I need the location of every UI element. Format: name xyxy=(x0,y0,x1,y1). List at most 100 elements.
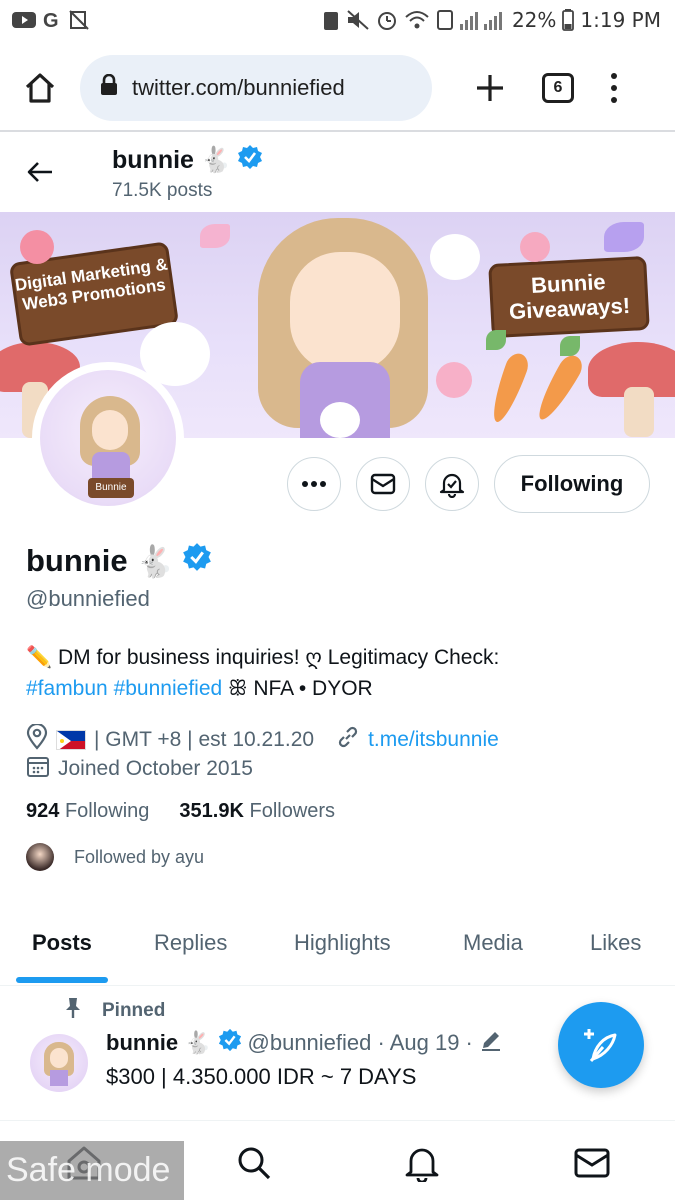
back-arrow-icon[interactable] xyxy=(22,154,58,190)
header-title: bunnie 🐇 xyxy=(112,144,263,177)
svg-text:G: G xyxy=(43,10,59,30)
pin-icon xyxy=(62,996,84,1026)
butterfly-icon xyxy=(604,222,644,252)
verified-badge-icon xyxy=(237,144,263,177)
following-button[interactable]: Following xyxy=(494,455,650,513)
butterfly-icon xyxy=(200,224,230,248)
flower-icon xyxy=(20,230,54,264)
character-face xyxy=(290,252,400,372)
post-text: $300 | 4.350.000 IDR ~ 7 DAYS xyxy=(106,1064,417,1089)
rabbit-emoji: 🐇 xyxy=(199,146,232,174)
banner-sign-right: Bunnie Giveaways! xyxy=(488,255,650,339)
youtube-icon xyxy=(12,11,36,29)
status-left: G xyxy=(12,9,90,31)
tab-posts[interactable]: Posts xyxy=(32,930,92,956)
philippines-flag-icon xyxy=(56,730,86,750)
carrot-icon xyxy=(531,351,587,425)
followers-count: 351.9K xyxy=(179,800,244,822)
bell-check-icon xyxy=(439,473,465,498)
bio-line-1: ✏️ DM for business inquiries! ღ Legitima… xyxy=(26,646,500,669)
signal-icon xyxy=(459,10,506,30)
post-meta: @bunniefied · Aug 19 · xyxy=(247,1030,473,1055)
post-author-name[interactable]: bunnie xyxy=(106,1030,178,1056)
mute-icon xyxy=(346,9,370,31)
following-count-link[interactable]: 924 Following xyxy=(26,800,149,823)
display-name-text: bunnie xyxy=(26,543,128,578)
post-header: bunnie 🐇 @bunniefied · Aug 19 · xyxy=(106,1028,503,1058)
browser-toolbar: twitter.com/bunniefied 6 xyxy=(0,48,675,128)
tab-media[interactable]: Media xyxy=(463,930,523,956)
wifi-icon xyxy=(404,9,430,31)
compose-post-button[interactable] xyxy=(558,1002,644,1088)
no-image-icon xyxy=(68,9,90,31)
profile-avatar[interactable]: Bunnie xyxy=(32,362,184,514)
recycle-icon xyxy=(322,9,340,31)
nav-messages-icon[interactable] xyxy=(570,1141,614,1185)
compose-feather-icon xyxy=(584,1029,617,1062)
post-author-avatar[interactable] xyxy=(30,1034,88,1092)
safe-mode-overlay: Safe mode xyxy=(0,1141,184,1200)
home-icon[interactable] xyxy=(18,66,62,110)
battery-percent: 22% xyxy=(511,8,557,32)
tab-likes[interactable]: Likes xyxy=(590,930,641,956)
notifications-button[interactable] xyxy=(425,457,479,511)
profile-meta-location: | GMT +8 | est 10.21.20 t.me/itsbunnie xyxy=(26,722,499,756)
avatar-face xyxy=(50,1048,68,1068)
active-tab-indicator xyxy=(16,977,108,983)
link-icon xyxy=(336,725,360,755)
profile-meta-joined: Joined October 2015 xyxy=(26,754,253,784)
bunny-icon xyxy=(320,402,360,438)
nav-notifications-icon[interactable] xyxy=(400,1141,444,1185)
hashtag-link[interactable]: #fambun xyxy=(26,677,108,700)
tab-switcher-button[interactable]: 6 xyxy=(542,73,574,103)
pinned-label: Pinned xyxy=(102,1000,166,1021)
flower-icon xyxy=(436,362,472,398)
sim-icon xyxy=(436,9,454,31)
profile-bio: ✏️ DM for business inquiries! ღ Legitima… xyxy=(26,642,646,704)
followers-count-link[interactable]: 351.9K Followers xyxy=(179,800,335,823)
battery-icon xyxy=(562,9,575,31)
carrot-leaf-icon xyxy=(560,336,580,356)
url-text: twitter.com/bunniefied xyxy=(132,75,345,100)
plus-icon[interactable] xyxy=(468,66,512,110)
nav-search-icon[interactable] xyxy=(232,1141,276,1185)
tab-replies[interactable]: Replies xyxy=(154,930,227,956)
verified-badge-icon xyxy=(182,542,212,580)
rabbit-emoji: 🐇 xyxy=(184,1030,212,1055)
clock: 1:19 PM xyxy=(580,8,661,32)
followed-by-row[interactable]: Followed by ayu xyxy=(26,843,204,871)
avatar-image: Bunnie xyxy=(40,370,176,506)
profile-top-bar: bunnie 🐇 71.5K posts xyxy=(0,132,675,212)
followers-label: Followers xyxy=(249,800,336,822)
hashtag-link[interactable]: #bunniefied xyxy=(114,677,223,700)
verified-badge-icon xyxy=(218,1028,242,1058)
avatar-top xyxy=(50,1070,68,1086)
mushroom-right-stem xyxy=(624,387,654,437)
lock-icon xyxy=(100,73,118,102)
more-options-button[interactable] xyxy=(287,457,341,511)
status-bar: G 22% 1:19 PM xyxy=(0,0,675,40)
carrot-leaf-icon xyxy=(486,330,506,350)
carrot-icon xyxy=(486,350,532,426)
edited-pencil-icon xyxy=(479,1028,503,1058)
following-label: Following xyxy=(64,800,150,822)
follow-counts: 924 Following 351.9K Followers xyxy=(26,800,335,823)
location-text: | GMT +8 | est 10.21.20 xyxy=(94,728,315,751)
avatar-face xyxy=(92,410,128,450)
status-right: 22% 1:19 PM xyxy=(322,8,661,32)
calendar-icon xyxy=(26,754,50,784)
follower-avatar xyxy=(26,843,54,871)
pinned-indicator: Pinned xyxy=(62,996,165,1026)
bunny-icon xyxy=(430,234,480,280)
message-button[interactable] xyxy=(356,457,410,511)
mail-icon xyxy=(370,473,396,495)
profile-website-link[interactable]: t.me/itsbunnie xyxy=(368,728,499,752)
tab-highlights[interactable]: Highlights xyxy=(294,930,391,956)
address-bar[interactable]: twitter.com/bunniefied xyxy=(80,55,432,121)
post-count: 71.5K posts xyxy=(112,180,213,201)
alarm-icon xyxy=(376,9,398,31)
flower-icon xyxy=(520,232,550,262)
more-vert-icon[interactable] xyxy=(604,66,624,110)
joined-date: Joined October 2015 xyxy=(58,757,253,780)
bio-rest: ꕥ NFA • DYOR xyxy=(222,677,373,700)
